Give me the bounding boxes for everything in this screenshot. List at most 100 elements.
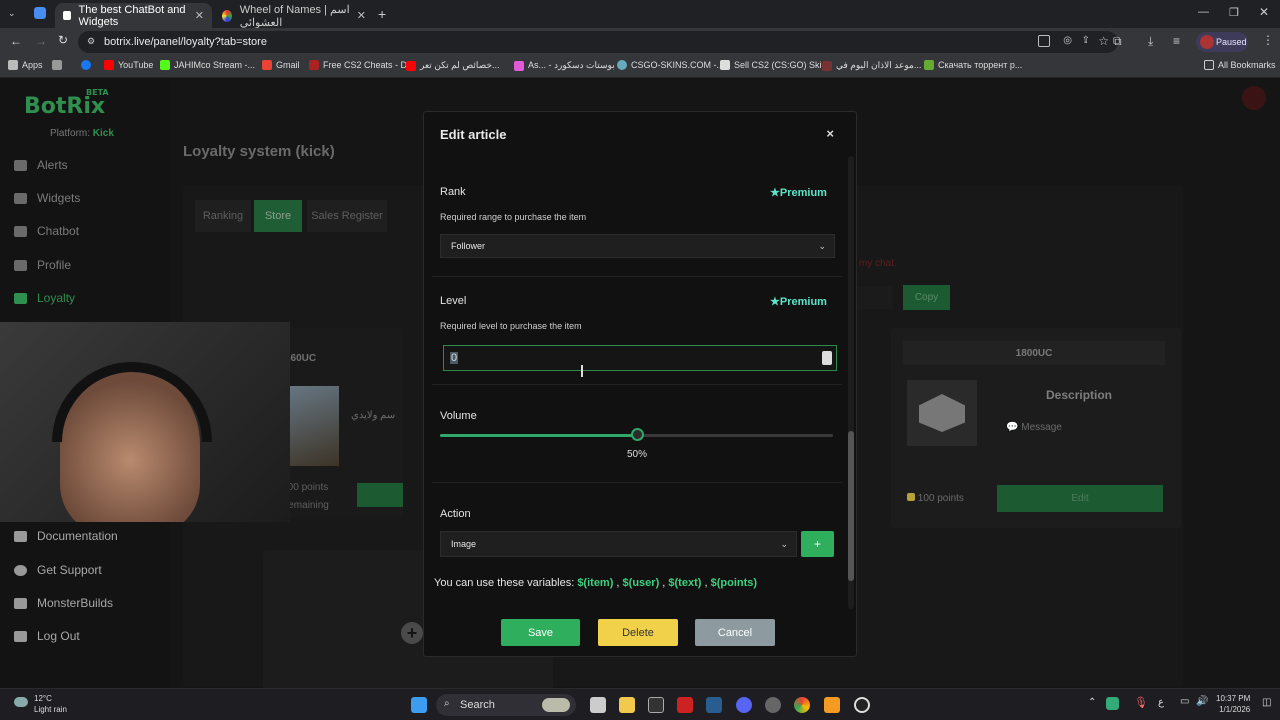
close-window-icon[interactable]: ✕ <box>1259 5 1269 19</box>
share-icon[interactable]: ⇪ <box>1082 35 1090 46</box>
bookmark-cs2-cheats[interactable]: Free CS2 Cheats - D... <box>309 60 415 70</box>
bookmark-sell-cs2[interactable]: Sell CS2 (CS:GO) Ski... <box>720 60 829 70</box>
action-select[interactable]: Image ⌄ <box>440 531 797 557</box>
maximize-icon[interactable]: ❐ <box>1229 6 1239 19</box>
file-explorer-icon[interactable] <box>619 697 635 713</box>
tab-ranking[interactable]: Ranking <box>195 200 251 232</box>
scrollbar-thumb[interactable] <box>848 431 854 581</box>
sidebar-item-documentation[interactable]: Documentation <box>14 529 118 543</box>
volume-slider[interactable] <box>440 428 833 441</box>
modal-body: Rank ★Premium Required range to purchase… <box>432 156 850 612</box>
bookmark-label: Apps <box>22 60 43 70</box>
forward-icon[interactable]: → <box>35 34 47 48</box>
bookmarks-bar: Apps YouTube JAHIMco Stream -... Gmail F… <box>0 56 1280 78</box>
weather-widget[interactable]: 12°C Light rain <box>14 693 67 715</box>
sidebar-item-chatbot[interactable]: Chatbot <box>14 224 79 238</box>
tray-chevron-icon[interactable]: ⌃ <box>1088 697 1096 708</box>
volume-thumb[interactable] <box>630 428 644 441</box>
microphone-icon[interactable]: 🎙 <box>1134 696 1148 709</box>
bookmark-facebook[interactable] <box>81 60 91 70</box>
save-button[interactable]: Save <box>501 619 580 646</box>
modal-scrollbar[interactable] <box>848 156 854 609</box>
cancel-button[interactable]: Cancel <box>695 619 775 646</box>
sidebar-item-get-support[interactable]: Get Support <box>14 563 102 577</box>
language-indicator[interactable]: ع <box>1158 697 1164 708</box>
sidebar-item-monsterbuilds[interactable]: MonsterBuilds <box>14 596 113 610</box>
site-info-icon[interactable]: ⚙ <box>87 36 95 47</box>
clock-date: 1/1/2026 <box>1219 705 1251 714</box>
notification-icon[interactable]: ◫ <box>1262 697 1271 708</box>
app-gear-icon[interactable] <box>765 697 781 713</box>
copy-button[interactable]: Copy <box>903 285 950 310</box>
close-icon[interactable]: × <box>826 126 834 141</box>
bookmark-jahim[interactable]: JAHIMco Stream -... <box>160 60 255 70</box>
menu-kebab-icon[interactable]: ⋮ <box>1262 33 1274 47</box>
task-view-icon[interactable] <box>590 697 606 713</box>
bookmark-apps[interactable]: Apps <box>8 60 43 70</box>
item-buy-button[interactable] <box>357 483 403 507</box>
bookmark-label: خصائص لم تكن تعر... <box>420 60 500 70</box>
bookmark-star-icon[interactable]: ☆ <box>1098 34 1109 48</box>
tab-store[interactable]: Store <box>254 200 302 232</box>
sidebar-item-logout[interactable]: Log Out <box>14 629 80 643</box>
sidebar-item-alerts[interactable]: Alerts <box>14 158 68 172</box>
nav-label: Get Support <box>37 563 102 577</box>
bookmark-label: Free CS2 Cheats - D... <box>323 60 415 70</box>
extensions-icon[interactable]: ⧉ <box>1113 34 1122 49</box>
translate-icon[interactable] <box>1038 35 1050 47</box>
eye-off-icon[interactable]: ◎ <box>1063 35 1072 46</box>
tab-sales-register[interactable]: Sales Register <box>307 200 387 232</box>
chrome-app-icon[interactable] <box>34 7 46 19</box>
rank-select[interactable]: Follower ⌄ <box>440 234 835 258</box>
steam-icon[interactable] <box>706 697 722 713</box>
bookmark-youtube[interactable]: YouTube <box>104 60 153 70</box>
media-icon[interactable]: ≡ <box>1173 34 1180 48</box>
back-icon[interactable]: ← <box>10 34 22 48</box>
app-orange-icon[interactable] <box>824 697 840 713</box>
taskbar-search[interactable]: ⌕ Search <box>436 694 576 716</box>
bookmark-arabic-1[interactable]: خصائص لم تكن تعر... <box>406 60 500 71</box>
bookmark-torrent[interactable]: Скачать торрент р... <box>924 60 1022 70</box>
tab-groups-icon[interactable] <box>52 60 62 70</box>
bookmark-discord-posts[interactable]: As... - بوستات دسكورد <box>514 60 615 71</box>
all-bookmarks[interactable]: All Bookmarks <box>1204 60 1276 70</box>
tab-search-icon[interactable]: ⌄ <box>8 8 16 19</box>
download-icon[interactable]: ⤓ <box>1148 34 1153 49</box>
close-tab-icon[interactable]: ✕ <box>195 9 204 22</box>
bookmark-gmail[interactable]: Gmail <box>262 60 300 70</box>
mosque-icon <box>822 60 832 71</box>
obs-icon[interactable] <box>854 697 870 713</box>
chrome-icon[interactable] <box>794 697 810 713</box>
add-action-button[interactable]: + <box>801 531 834 557</box>
sidebar-item-loyalty[interactable]: Loyalty <box>14 291 75 305</box>
profile-paused-button[interactable]: Paused <box>1196 32 1248 52</box>
sidebar-item-widgets[interactable]: Widgets <box>14 191 80 205</box>
volume-icon[interactable]: 🔊 <box>1196 696 1208 707</box>
weather-desc: Light rain <box>34 705 67 714</box>
level-input[interactable]: 0 <box>443 345 837 371</box>
edit-item-button[interactable]: Edit <box>997 485 1163 512</box>
delete-button[interactable]: Delete <box>598 619 678 646</box>
sidebar-item-profile[interactable]: Profile <box>14 258 71 272</box>
tab-wheel-of-names[interactable]: Wheel of Names | اسم العشوائي ✕ <box>214 3 374 29</box>
app-g-icon[interactable] <box>648 697 664 713</box>
new-tab-icon[interactable]: + <box>378 6 386 22</box>
minimize-icon[interactable]: — <box>1198 6 1209 18</box>
windows-start-icon[interactable] <box>411 697 427 713</box>
tab-botrix[interactable]: The best ChatBot and Widgets ✕ <box>55 3 212 28</box>
user-avatar[interactable] <box>1242 86 1266 110</box>
address-bar[interactable]: ⚙ botrix.live/panel/loyalty?tab=store ◎ … <box>78 31 1118 53</box>
clock[interactable]: 10:37 PM 1/1/2026 <box>1216 693 1250 715</box>
clock-time: 10:37 PM <box>1216 694 1251 703</box>
discord-icon[interactable] <box>736 697 752 713</box>
tray-app-icon[interactable] <box>1106 697 1119 710</box>
bookmark-prayer-times[interactable]: موعد الاذان اليوم في... <box>822 60 921 71</box>
network-icon[interactable]: ▭ <box>1180 696 1189 707</box>
close-tab-icon[interactable]: ✕ <box>357 9 366 22</box>
notice-text: my chat. <box>859 258 897 269</box>
app-red-icon[interactable] <box>677 697 693 713</box>
sell-icon <box>720 60 730 70</box>
bookmark-csgo-skins[interactable]: CSGO-SKINS.COM -... <box>617 60 724 70</box>
reload-icon[interactable]: ↻ <box>58 33 68 47</box>
number-spinner[interactable] <box>822 351 832 365</box>
